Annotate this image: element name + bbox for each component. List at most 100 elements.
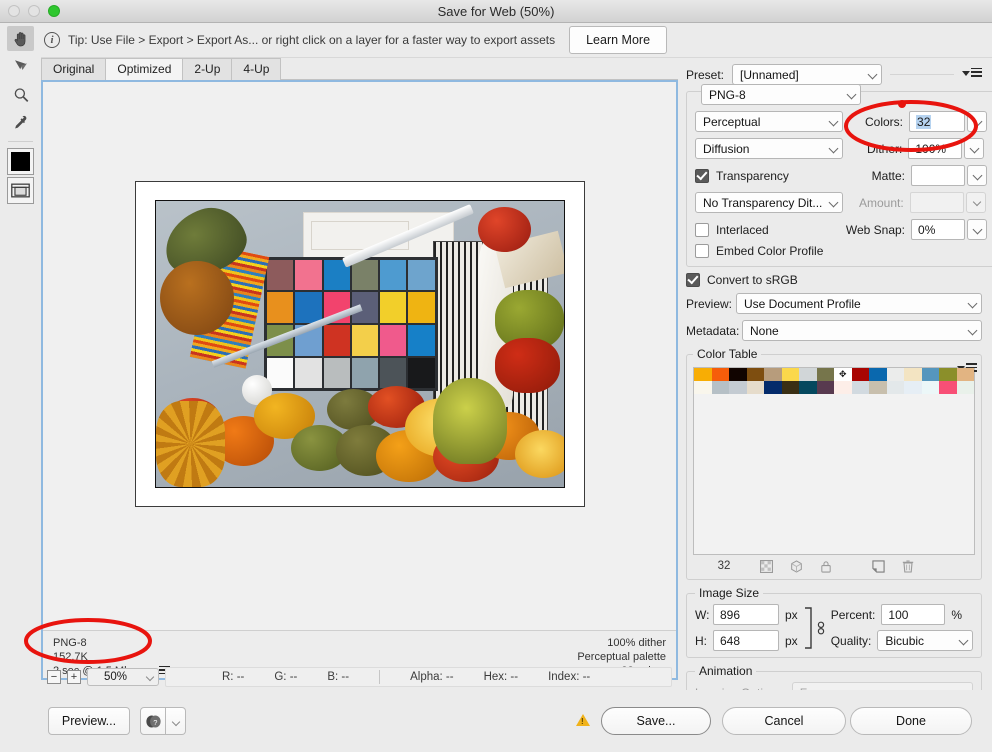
new-color-icon[interactable] xyxy=(863,559,893,573)
zoom-level-select[interactable]: 50% xyxy=(87,668,159,686)
hand-tool[interactable] xyxy=(7,26,34,51)
color-swatch[interactable] xyxy=(904,381,922,394)
color-swatch[interactable] xyxy=(729,381,747,394)
height-input[interactable]: 648 xyxy=(713,630,779,651)
preview-button[interactable]: Preview... xyxy=(48,707,130,735)
lock-icon[interactable] xyxy=(811,560,841,573)
matte-select[interactable] xyxy=(967,165,988,186)
zoom-out-button[interactable]: − xyxy=(47,670,61,684)
minimize-button[interactable] xyxy=(28,5,40,17)
web-snap-input[interactable]: 0% xyxy=(911,219,966,240)
color-reduction-select[interactable]: Perceptual xyxy=(695,111,843,132)
color-swatch[interactable] xyxy=(851,381,869,394)
tab-4up[interactable]: 4-Up xyxy=(231,58,282,80)
convert-to-srgb-checkbox[interactable] xyxy=(686,273,700,287)
color-swatch[interactable] xyxy=(746,368,764,381)
convert-to-srgb-label: Convert to sRGB xyxy=(707,273,798,287)
color-swatch-grid[interactable] xyxy=(694,368,974,394)
eyedropper-tool[interactable] xyxy=(7,110,34,135)
color-swatch[interactable] xyxy=(816,381,834,394)
browser-select-icon[interactable]: ? xyxy=(140,707,166,735)
tab-2up[interactable]: 2-Up xyxy=(182,58,233,80)
web-safe-icon[interactable] xyxy=(781,559,811,573)
color-swatch[interactable] xyxy=(869,368,887,381)
color-swatch[interactable] xyxy=(729,368,747,381)
dither-algorithm-select[interactable]: Diffusion xyxy=(695,138,843,159)
preset-select[interactable]: [Unnamed] xyxy=(732,64,883,85)
color-swatch[interactable] xyxy=(764,368,782,381)
color-swatch[interactable] xyxy=(781,381,799,394)
color-swatch[interactable] xyxy=(939,381,957,394)
dither-stepper-select[interactable] xyxy=(964,138,985,159)
browser-select-group[interactable]: ? xyxy=(140,707,186,735)
transparency-icon[interactable] xyxy=(751,559,781,573)
transparency-checkbox[interactable] xyxy=(695,168,709,183)
color-swatch[interactable] xyxy=(939,368,957,381)
preset-value: [Unnamed] xyxy=(740,67,799,82)
color-swatch[interactable] xyxy=(711,381,729,394)
zoom-in-button[interactable]: + xyxy=(67,670,81,684)
color-table-swatches-area[interactable] xyxy=(693,367,975,555)
close-button[interactable] xyxy=(8,5,20,17)
color-swatch[interactable] xyxy=(694,381,712,394)
width-input[interactable]: 896 xyxy=(713,604,779,625)
chevron-down-icon xyxy=(830,143,837,152)
dither-amount-input[interactable]: 100% xyxy=(908,138,963,159)
color-swatch[interactable] xyxy=(781,368,799,381)
color-swatch[interactable] xyxy=(869,381,887,394)
color-swatch[interactable] xyxy=(694,368,712,381)
image-canvas[interactable]: PNG-8 152.7K 2 sec @ 1.5 Mbps 100% dithe… xyxy=(41,80,678,680)
preset-panel-menu-icon[interactable] xyxy=(962,67,982,82)
browser-dropdown-button[interactable] xyxy=(166,707,186,735)
color-swatch[interactable] xyxy=(956,381,974,394)
photo-broccoli xyxy=(433,378,507,465)
color-swatch[interactable] xyxy=(834,368,852,381)
file-format-text: PNG-8 xyxy=(53,637,87,649)
info-icon: i xyxy=(44,32,60,48)
embed-color-profile-label: Embed Color Profile xyxy=(716,244,824,258)
file-format-select[interactable]: PNG-8 xyxy=(701,84,861,105)
color-swatch[interactable] xyxy=(904,368,922,381)
constrain-proportions-toggle[interactable] xyxy=(804,606,827,650)
save-button[interactable]: Save... xyxy=(601,707,711,735)
color-swatch[interactable] xyxy=(886,368,904,381)
learn-more-button[interactable]: Learn More xyxy=(569,26,668,54)
color-swatch[interactable] xyxy=(834,381,852,394)
color-swatch[interactable] xyxy=(921,368,939,381)
canvas-viewport[interactable] xyxy=(43,82,676,678)
color-swatch[interactable] xyxy=(799,381,817,394)
color-swatch[interactable] xyxy=(764,381,782,394)
color-swatch[interactable] xyxy=(956,368,974,381)
file-format-value: PNG-8 xyxy=(709,87,746,102)
cancel-button[interactable]: Cancel xyxy=(722,707,846,735)
interlaced-checkbox[interactable] xyxy=(695,222,709,237)
metadata-select[interactable]: None xyxy=(742,320,982,341)
web-snap-stepper-select[interactable] xyxy=(967,219,988,240)
transparency-dither-select[interactable]: No Transparency Dit... xyxy=(695,192,843,213)
preview-profile-select[interactable]: Use Document Profile xyxy=(736,293,982,314)
colors-stepper-select[interactable] xyxy=(967,111,988,132)
color-swatch[interactable] xyxy=(816,368,834,381)
zoom-tool[interactable] xyxy=(7,82,34,107)
toggle-slices-visibility-button[interactable] xyxy=(7,177,34,204)
tab-optimized[interactable]: Optimized xyxy=(105,58,184,80)
color-swatch[interactable] xyxy=(851,368,869,381)
done-button[interactable]: Done xyxy=(850,707,972,735)
color-swatch[interactable] xyxy=(746,381,764,394)
readout-hex: Hex: -- xyxy=(483,671,519,683)
color-swatch[interactable] xyxy=(711,368,729,381)
color-swatch[interactable] xyxy=(921,381,939,394)
color-swatch[interactable] xyxy=(799,368,817,381)
embed-color-profile-checkbox[interactable] xyxy=(695,244,709,258)
tab-original[interactable]: Original xyxy=(41,58,107,80)
maximize-button[interactable] xyxy=(48,5,60,17)
warning-icon[interactable] xyxy=(576,714,590,726)
quality-select[interactable]: Bicubic xyxy=(877,630,973,651)
colors-input[interactable]: 32 xyxy=(909,111,966,132)
slice-select-tool[interactable] xyxy=(7,54,34,79)
foreground-color-swatch[interactable] xyxy=(7,148,34,175)
color-swatch[interactable] xyxy=(886,381,904,394)
delete-color-icon[interactable] xyxy=(893,559,923,573)
matte-swatch[interactable] xyxy=(911,165,966,186)
percent-input[interactable]: 100 xyxy=(881,604,946,625)
